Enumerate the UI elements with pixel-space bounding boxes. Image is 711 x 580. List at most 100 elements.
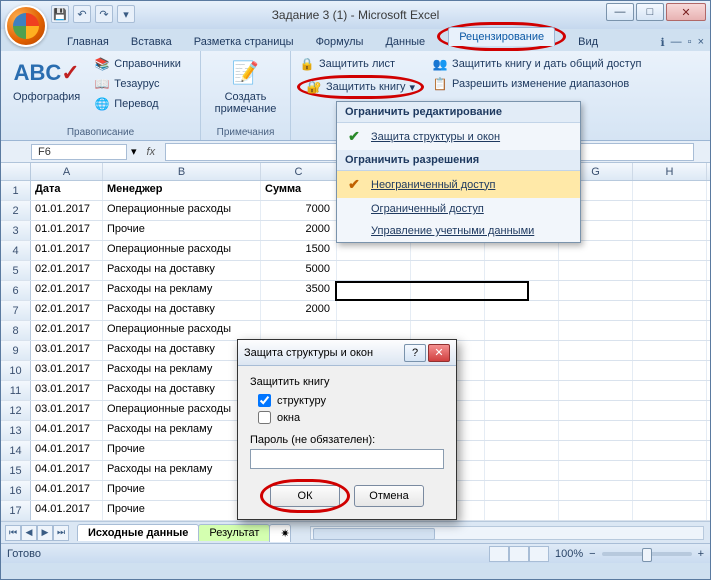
dropdown-item-manage-creds[interactable]: Управление учетными данными	[337, 220, 580, 242]
cell[interactable]: 2000	[261, 301, 337, 320]
name-box[interactable]: F6	[31, 144, 127, 160]
zoom-slider[interactable]	[602, 552, 692, 556]
cell[interactable]: 02.01.2017	[31, 301, 103, 320]
tab-home[interactable]: Главная	[57, 33, 119, 51]
cell[interactable]	[633, 281, 707, 300]
cell[interactable]	[633, 381, 707, 400]
cell[interactable]	[485, 301, 559, 320]
dropdown-item-restricted[interactable]: Ограниченный доступ	[337, 198, 580, 220]
cell[interactable]	[485, 481, 559, 500]
sheet-nav-first[interactable]: ⏮	[5, 525, 21, 541]
cell[interactable]	[633, 321, 707, 340]
cell[interactable]: 01.01.2017	[31, 241, 103, 260]
cell[interactable]	[485, 241, 559, 260]
cell[interactable]: 3500	[261, 281, 337, 300]
cell[interactable]	[485, 501, 559, 520]
cell[interactable]: Операционные расходы	[103, 321, 261, 340]
select-all-corner[interactable]	[1, 163, 31, 180]
view-normal-button[interactable]	[489, 546, 509, 562]
dialog-titlebar[interactable]: Защита структуры и окон ? ✕	[238, 340, 456, 366]
cell[interactable]	[633, 361, 707, 380]
dialog-close-button[interactable]: ✕	[428, 344, 450, 362]
cell[interactable]	[559, 241, 633, 260]
ribbon-close-icon[interactable]: ×	[698, 36, 704, 49]
checkbox-windows[interactable]: окна	[258, 411, 444, 424]
row-header[interactable]: 10	[1, 361, 31, 380]
view-pagelayout-button[interactable]	[509, 546, 529, 562]
tab-pagelayout[interactable]: Разметка страницы	[184, 33, 304, 51]
cell[interactable]	[633, 421, 707, 440]
spelling-button[interactable]: ABC✓ Орфография	[7, 55, 86, 125]
cell[interactable]: Расходы на рекламу	[103, 281, 261, 300]
zoom-out-icon[interactable]: −	[589, 548, 595, 560]
help-icon[interactable]: ℹ	[660, 36, 664, 49]
cell[interactable]	[559, 381, 633, 400]
protect-sheet-button[interactable]: 🔒Защитить лист	[297, 55, 424, 73]
cell[interactable]	[559, 361, 633, 380]
cell[interactable]	[485, 321, 559, 340]
close-button[interactable]: ✕	[666, 3, 706, 21]
save-icon[interactable]: 💾	[51, 5, 69, 23]
cell[interactable]: Дата	[31, 181, 103, 200]
undo-icon[interactable]: ↶	[73, 5, 91, 23]
cell[interactable]	[261, 321, 337, 340]
cancel-button[interactable]: Отмена	[354, 485, 424, 507]
cell[interactable]: 03.01.2017	[31, 361, 103, 380]
cell[interactable]	[485, 281, 559, 300]
row-header[interactable]: 3	[1, 221, 31, 240]
cell[interactable]	[485, 401, 559, 420]
row-header[interactable]: 11	[1, 381, 31, 400]
cell[interactable]: 5000	[261, 261, 337, 280]
row-header[interactable]: 13	[1, 421, 31, 440]
cell[interactable]: Прочие	[103, 221, 261, 240]
maximize-button[interactable]: □	[636, 3, 664, 21]
cell[interactable]	[633, 401, 707, 420]
cell[interactable]	[633, 261, 707, 280]
cell[interactable]	[633, 461, 707, 480]
col-header-a[interactable]: A	[31, 163, 103, 180]
allow-ranges-button[interactable]: 📋Разрешить изменение диапазонов	[430, 75, 643, 93]
cell[interactable]	[559, 461, 633, 480]
cell[interactable]	[559, 281, 633, 300]
cell[interactable]	[485, 421, 559, 440]
cell[interactable]	[485, 261, 559, 280]
new-comment-button[interactable]: 📝 Создать примечание	[207, 55, 284, 125]
cell[interactable]	[337, 321, 411, 340]
cell[interactable]	[559, 321, 633, 340]
horizontal-scrollbar[interactable]	[310, 526, 704, 540]
col-header-h[interactable]: H	[633, 163, 707, 180]
view-pagebreak-button[interactable]	[529, 546, 549, 562]
cell[interactable]: 04.01.2017	[31, 441, 103, 460]
row-header[interactable]: 4	[1, 241, 31, 260]
tab-insert[interactable]: Вставка	[121, 33, 182, 51]
password-input[interactable]	[250, 449, 444, 469]
cell[interactable]: 02.01.2017	[31, 261, 103, 280]
cell[interactable]	[633, 181, 707, 200]
row-header[interactable]: 6	[1, 281, 31, 300]
sheet-tab-result[interactable]: Результат	[198, 524, 270, 541]
dropdown-item-unrestricted[interactable]: ✔Неограниченный доступ	[337, 171, 580, 198]
cell[interactable]: Расходы на доставку	[103, 301, 261, 320]
cell[interactable]: 04.01.2017	[31, 421, 103, 440]
cell[interactable]	[485, 361, 559, 380]
row-header[interactable]: 14	[1, 441, 31, 460]
cell[interactable]	[633, 241, 707, 260]
thesaurus-button[interactable]: 📖Тезаурус	[92, 75, 183, 93]
cell[interactable]: 2000	[261, 221, 337, 240]
cell[interactable]	[559, 421, 633, 440]
cell[interactable]: Расходы на доставку	[103, 261, 261, 280]
sheet-tab-new[interactable]: ✷	[269, 524, 291, 542]
cell[interactable]	[411, 241, 485, 260]
cell[interactable]: 03.01.2017	[31, 341, 103, 360]
cell[interactable]: Операционные расходы	[103, 241, 261, 260]
cell[interactable]	[337, 281, 411, 300]
sheet-nav-next[interactable]: ▶	[37, 525, 53, 541]
cell[interactable]	[559, 341, 633, 360]
cell[interactable]	[633, 221, 707, 240]
cell[interactable]: 04.01.2017	[31, 501, 103, 520]
tab-data[interactable]: Данные	[375, 33, 435, 51]
cell[interactable]: 01.01.2017	[31, 221, 103, 240]
col-header-c[interactable]: C	[261, 163, 337, 180]
col-header-b[interactable]: B	[103, 163, 261, 180]
cell[interactable]	[411, 261, 485, 280]
